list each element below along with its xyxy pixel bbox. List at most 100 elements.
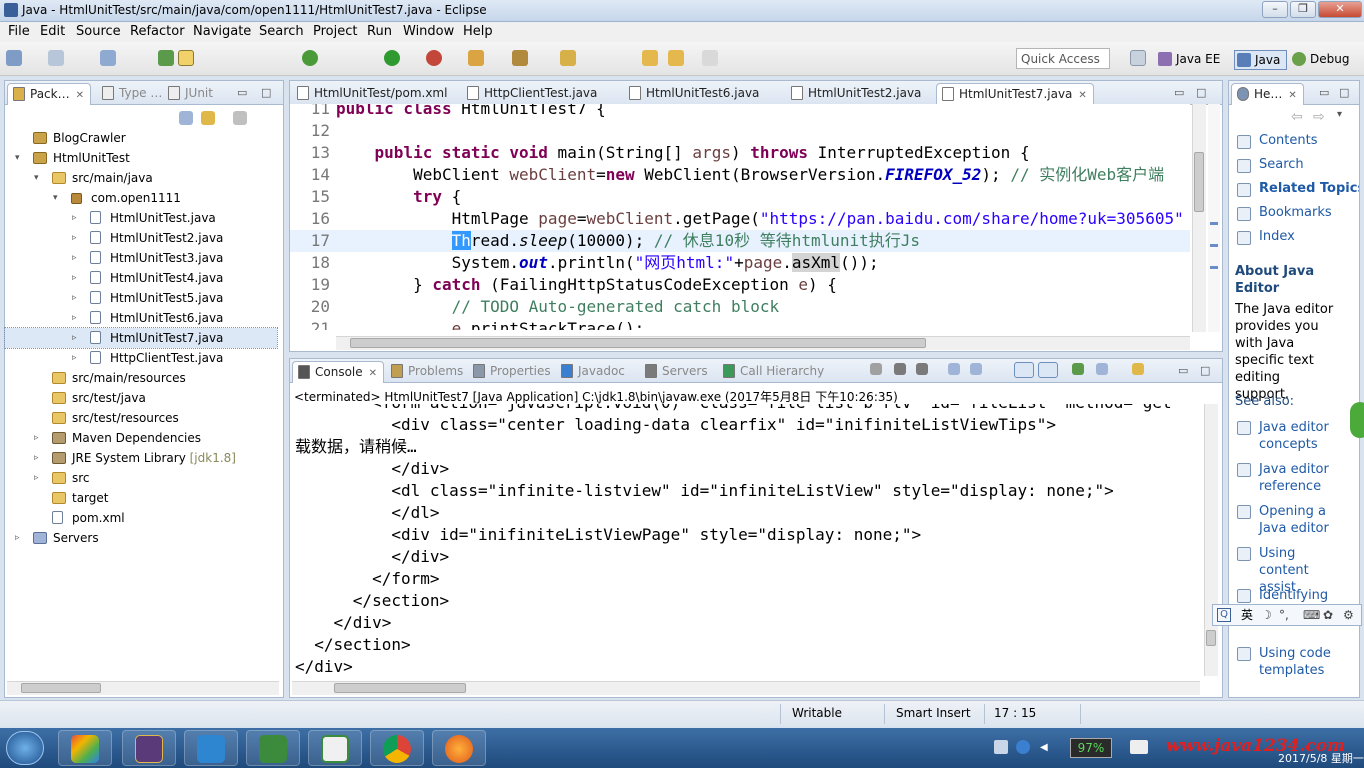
tree-item[interactable]: ▾ src/main/java: [5, 168, 277, 188]
terminal-icon[interactable]: [100, 50, 116, 66]
ime-moon-icon[interactable]: ☽: [1261, 605, 1272, 625]
collapse-all-icon[interactable]: [179, 111, 193, 125]
code-line[interactable]: 11 public class HtmlUnitTest7 {: [290, 104, 1190, 120]
help-see-link[interactable]: Using code templates: [1237, 645, 1335, 679]
tree-item[interactable]: ▹ HtmlUnitTest7.java: [4, 327, 278, 349]
tree-expand-icon[interactable]: ▾: [53, 188, 63, 208]
tree-expand-icon[interactable]: ▹: [72, 348, 82, 368]
tree-item[interactable]: ▹ HttpClientTest.java: [5, 348, 277, 368]
tree-item[interactable]: src/test/java: [5, 388, 277, 408]
tree-item[interactable]: ▹ HtmlUnitTest4.java: [5, 268, 277, 288]
editor-tab[interactable]: HtmlUnitTest2.java: [786, 83, 927, 105]
new-icon[interactable]: [6, 50, 22, 66]
taskbar-camtasia[interactable]: [246, 730, 300, 766]
tree-item[interactable]: ▹ Maven Dependencies: [5, 428, 277, 448]
tree-item[interactable]: ▹ HtmlUnitTest6.java: [5, 308, 277, 328]
scroll-lock-icon[interactable]: [948, 363, 960, 375]
perspective-java-ee[interactable]: Java EE: [1156, 50, 1220, 70]
menu-search[interactable]: Search: [259, 24, 304, 39]
code-line[interactable]: 20 // TODO Auto-generated catch block: [290, 296, 1190, 318]
pin-console-icon[interactable]: [1072, 363, 1084, 375]
code-line[interactable]: 16 HtmlPage page=webClient.getPage("http…: [290, 208, 1190, 230]
tab-problems[interactable]: Problems: [386, 361, 469, 383]
back-icon[interactable]: [642, 50, 658, 66]
taskbar-chrome[interactable]: [370, 730, 424, 766]
maximize-button[interactable]: ❐: [1290, 1, 1316, 18]
menu-project[interactable]: Project: [313, 24, 357, 39]
code-line[interactable]: 19 } catch (FailingHttpStatusCodeExcepti…: [290, 274, 1190, 296]
tree-item[interactable]: src/test/resources: [5, 408, 277, 428]
editor-tab[interactable]: HtmlUnitTest6.java: [624, 83, 765, 105]
tree-expand-icon[interactable]: ▹: [72, 208, 82, 228]
tree-expand-icon[interactable]: ▹: [34, 448, 44, 468]
power-plug-icon[interactable]: [1130, 740, 1148, 754]
taskbar-wps[interactable]: [184, 730, 238, 766]
menu-window[interactable]: Window: [403, 24, 454, 39]
console-output[interactable]: <form action="javascript:void(0)" class=…: [291, 404, 1195, 676]
tab-javadoc[interactable]: Javadoc: [556, 361, 631, 383]
ime-lang[interactable]: 英: [1241, 605, 1253, 625]
tree-item[interactable]: ▹ HtmlUnitTest3.java: [5, 248, 277, 268]
tree-expand-icon[interactable]: ▹: [34, 468, 44, 488]
mark-occurrences-icon[interactable]: [178, 50, 194, 66]
menu-navigate[interactable]: Navigate: [193, 24, 251, 39]
menu-source[interactable]: Source: [76, 24, 121, 39]
tree-expand-icon[interactable]: ▹: [72, 268, 82, 288]
tray-icon[interactable]: [994, 740, 1008, 754]
help-link-related-topics[interactable]: Related Topics: [1237, 181, 1359, 197]
tab-servers[interactable]: Servers: [640, 361, 714, 383]
tree-item[interactable]: ▾ com.open1111: [5, 188, 277, 208]
menu-refactor[interactable]: Refactor: [130, 24, 185, 39]
minimize-button[interactable]: –: [1262, 1, 1288, 18]
tree-item[interactable]: ▹ JRE System Library [jdk1.8]: [5, 448, 277, 468]
minimize-icon[interactable]: ▭: [1174, 86, 1184, 99]
tree-expand-icon[interactable]: ▾: [34, 168, 44, 188]
code-line[interactable]: 17 Thread.sleep(10000); // 休息10秒 等待htmlu…: [290, 230, 1190, 252]
code-line[interactable]: 13 public static void main(String[] args…: [290, 142, 1190, 164]
help-link-index[interactable]: Index: [1237, 229, 1295, 245]
tree-expand-icon[interactable]: ▹: [72, 228, 82, 248]
editor-vscrollbar[interactable]: [1192, 104, 1206, 332]
tree-item[interactable]: ▾ HtmlUnitTest: [5, 148, 277, 168]
scroll-thumb[interactable]: [21, 683, 101, 693]
tree-expand-icon[interactable]: ▹: [72, 328, 82, 348]
close-icon[interactable]: ✕: [1078, 90, 1086, 101]
maximize-icon[interactable]: □: [261, 86, 271, 99]
scroll-thumb[interactable]: [1194, 152, 1204, 212]
code-line[interactable]: 21 e.printStackTrace();: [290, 318, 1190, 330]
scroll-thumb[interactable]: [334, 683, 466, 693]
menu-file[interactable]: File: [8, 24, 30, 39]
explorer-hscrollbar[interactable]: [7, 681, 279, 695]
minimize-icon[interactable]: ▭: [237, 86, 247, 99]
back-history-icon[interactable]: [668, 50, 684, 66]
clear-console-icon[interactable]: [970, 363, 982, 375]
close-button[interactable]: ✕: [1318, 1, 1362, 18]
show-on-output-icon[interactable]: [1014, 362, 1034, 378]
code-line[interactable]: 14 WebClient webClient=new WebClient(Bro…: [290, 164, 1190, 186]
close-icon[interactable]: ✕: [369, 368, 377, 379]
tree-item[interactable]: src/main/resources: [5, 368, 277, 388]
help-link-search[interactable]: Search: [1237, 157, 1304, 173]
open-type-icon[interactable]: [468, 50, 484, 66]
menu-edit[interactable]: Edit: [40, 24, 65, 39]
maximize-icon[interactable]: □: [1196, 86, 1206, 99]
tree-expand-icon[interactable]: ▹: [34, 428, 44, 448]
maximize-icon[interactable]: □: [1200, 364, 1210, 377]
ime-toolbar[interactable]: Q 英 ☽ °, ⌨ ✿ ⚙: [1212, 604, 1362, 626]
open-console-icon[interactable]: [1132, 363, 1144, 375]
build-icon[interactable]: [158, 50, 174, 66]
code-line[interactable]: 15 try {: [290, 186, 1190, 208]
menu-run[interactable]: Run: [367, 24, 392, 39]
tree-item[interactable]: ▹ HtmlUnitTest.java: [5, 208, 277, 228]
tray-expand-icon[interactable]: ◀: [1040, 742, 1048, 753]
tree-expand-icon[interactable]: ▹: [72, 288, 82, 308]
code-line[interactable]: 12: [290, 120, 1190, 142]
taskbar-camtasia-2[interactable]: [308, 730, 362, 766]
search-icon[interactable]: [512, 50, 528, 66]
external-tools-icon[interactable]: [426, 50, 442, 66]
scroll-thumb[interactable]: [350, 338, 926, 348]
editor-tab[interactable]: HttpClientTest.java: [462, 83, 603, 105]
tree-item[interactable]: ▹ HtmlUnitTest5.java: [5, 288, 277, 308]
tree-expand-icon[interactable]: ▹: [72, 308, 82, 328]
ime-tools-icon[interactable]: ⚙: [1343, 605, 1354, 625]
